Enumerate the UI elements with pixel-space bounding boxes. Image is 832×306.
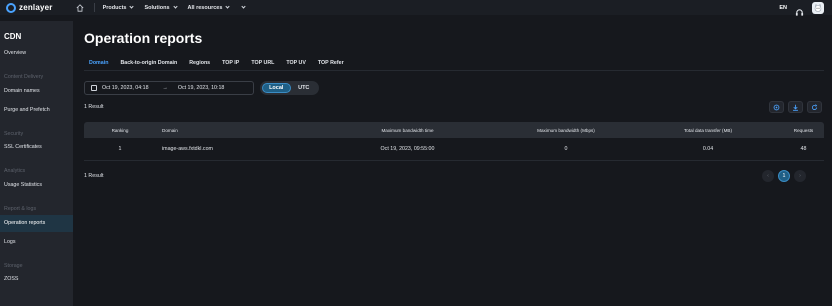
chevron-down-icon xyxy=(129,4,135,9)
avatar[interactable] xyxy=(812,2,824,14)
timezone-local-option[interactable]: Local xyxy=(262,83,291,93)
nav-solutions[interactable]: Solutions xyxy=(144,4,178,11)
top-navigation: Products Solutions All resources xyxy=(93,3,257,12)
brand-name: zenlayer xyxy=(19,3,53,12)
column-header-domain[interactable]: Domain xyxy=(156,128,316,133)
table-row[interactable]: 1 image-aws.fxtdkl.com Oct 19, 2023, 09:… xyxy=(84,138,824,161)
top-bar: zenlayer Products Solutions All resource… xyxy=(0,0,832,16)
calendar-icon xyxy=(91,85,97,91)
sidebar-item-operation-reports[interactable]: Operation reports xyxy=(0,215,73,232)
cell-max-bandwidth-time: Oct 19, 2023, 09:55:00 xyxy=(380,146,435,152)
column-header-max-bandwidth[interactable]: Maximum bandwidth (Mbps) xyxy=(499,128,633,133)
table-header: Ranking Domain Maximum bandwidth time Ma… xyxy=(84,122,824,138)
tabs-divider xyxy=(84,70,824,71)
sidebar-item-logs[interactable]: Logs xyxy=(0,234,73,251)
result-count-top: 1 Result xyxy=(84,104,104,110)
date-start: Oct 19, 2023, 04:18 xyxy=(102,85,149,91)
sidebar-item-ssl-certificates[interactable]: SSL Certificates xyxy=(0,139,73,156)
top-right-actions: EN xyxy=(779,2,824,16)
cell-total-data-transfer: 0.04 xyxy=(702,146,714,152)
chevron-down-icon xyxy=(225,4,231,9)
sidebar: CDN Overview Content Delivery Domain nam… xyxy=(0,21,73,306)
refresh-button[interactable] xyxy=(807,101,822,113)
brand-logo[interactable]: zenlayer xyxy=(6,2,53,13)
sidebar-item-usage-statistics[interactable]: Usage Statistics xyxy=(0,177,73,194)
sidebar-item-domain-names[interactable]: Domain names xyxy=(0,83,73,100)
column-header-ranking[interactable]: Ranking xyxy=(84,128,156,133)
column-header-total-data-transfer[interactable]: Total data transfer (MB) xyxy=(633,128,783,133)
page-title: Operation reports xyxy=(84,30,203,46)
logo-ring-icon xyxy=(6,2,16,13)
settings-icon xyxy=(773,104,780,110)
nav-all-resources-label: All resources xyxy=(187,4,223,11)
result-count-bottom: 1 Result xyxy=(84,173,104,179)
sidebar-title: CDN xyxy=(4,32,22,41)
date-range-picker[interactable]: Oct 19, 2023, 04:18 → Oct 19, 2023, 10:1… xyxy=(84,81,254,95)
timezone-toggle: Local UTC xyxy=(260,81,319,95)
main-content: Operation reports Domain Back-to-origin … xyxy=(84,21,824,306)
settings-button[interactable] xyxy=(769,101,784,113)
nav-all-resources[interactable]: All resources xyxy=(187,4,231,11)
sidebar-item-zoss[interactable]: ZOSS xyxy=(0,271,73,288)
sidebar-section-content-delivery: Content Delivery xyxy=(4,74,44,80)
sidebar-section-analytics: Analytics xyxy=(4,168,26,174)
sidebar-section-report-logs: Report & logs xyxy=(4,206,37,212)
nav-products[interactable]: Products xyxy=(102,4,135,11)
domain-report-table: Ranking Domain Maximum bandwidth time Ma… xyxy=(84,122,824,161)
cell-requests: 48 xyxy=(800,146,807,152)
home-icon[interactable] xyxy=(76,3,84,12)
nav-solutions-label: Solutions xyxy=(144,4,170,11)
column-header-requests[interactable]: Requests xyxy=(783,128,824,133)
column-header-max-bandwidth-time[interactable]: Maximum bandwidth time xyxy=(316,128,499,133)
language-switch[interactable]: EN xyxy=(779,5,787,11)
headset-icon[interactable] xyxy=(795,4,804,16)
sidebar-item-overview[interactable]: Overview xyxy=(0,45,73,62)
nav-more-dropdown[interactable] xyxy=(241,4,247,9)
pagination-next-button[interactable]: › xyxy=(794,170,806,182)
refresh-icon xyxy=(811,103,818,110)
sidebar-item-purge-prefetch[interactable]: Purge and Prefetch xyxy=(0,102,73,119)
download-button[interactable] xyxy=(788,101,803,113)
arrow-right-icon: → xyxy=(162,85,168,91)
pagination-prev-button[interactable]: ‹ xyxy=(762,170,774,182)
sidebar-section-storage: Storage xyxy=(4,263,23,269)
date-end: Oct 19, 2023, 10:18 xyxy=(177,85,225,91)
pagination-page-button[interactable]: 1 xyxy=(778,170,790,182)
pagination: ‹ 1 › xyxy=(762,170,806,182)
chevron-down-icon xyxy=(241,4,247,9)
cell-max-bandwidth: 0 xyxy=(564,146,568,152)
table-actions xyxy=(769,101,822,113)
cell-ranking: 1 xyxy=(118,146,122,152)
sidebar-section-security: Security xyxy=(4,131,24,137)
nav-products-label: Products xyxy=(102,4,127,11)
cell-domain: image-aws.fxtdkl.com xyxy=(162,146,213,152)
chevron-down-icon xyxy=(172,4,178,9)
timezone-utc-option[interactable]: UTC xyxy=(291,83,318,93)
download-icon xyxy=(793,104,798,111)
